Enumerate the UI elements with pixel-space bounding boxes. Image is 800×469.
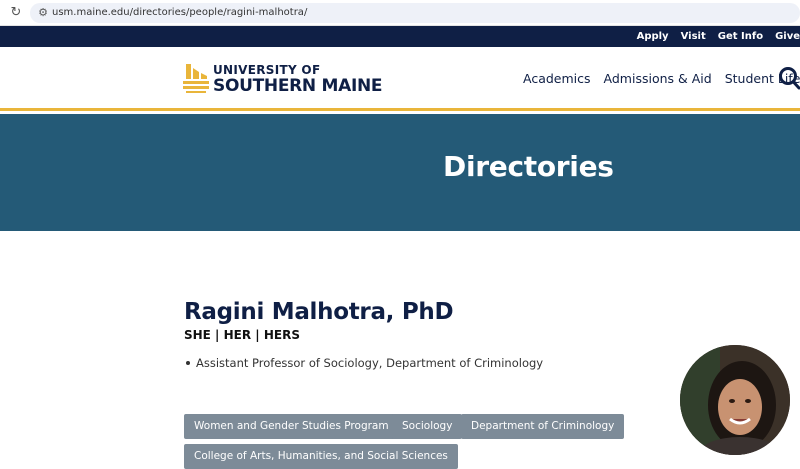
site-header: UNIVERSITY OF SOUTHERN MAINE Academics A… [0, 47, 800, 111]
tag-women-gender-studies[interactable]: Women and Gender Studies Program [184, 414, 399, 439]
utility-link-apply[interactable]: Apply [637, 31, 669, 42]
main-nav: Academics Admissions & Aid Student Life [523, 71, 800, 86]
nav-admissions-aid[interactable]: Admissions & Aid [604, 71, 712, 86]
profile-photo-image [680, 345, 790, 455]
tag-college-arts-humanities[interactable]: College of Arts, Humanities, and Social … [184, 444, 458, 469]
search-icon [779, 67, 800, 90]
logo-line-1: UNIVERSITY OF [213, 63, 321, 77]
hero-banner: Directories [0, 114, 800, 231]
search-button[interactable] [778, 66, 800, 90]
profile-title-item: Assistant Professor of Sociology, Depart… [186, 356, 543, 370]
logo-lighthouse-icon [183, 64, 209, 93]
profile-title-text: Assistant Professor of Sociology, Depart… [196, 356, 544, 370]
site-info-icon[interactable]: ⚙ [36, 6, 50, 20]
profile-titles: Assistant Professor of Sociology, Depart… [186, 356, 543, 370]
profile-name: Ragini Malhotra, PhD [184, 299, 454, 325]
nav-academics[interactable]: Academics [523, 71, 591, 86]
utility-nav: Apply Visit Get Info Give [625, 26, 800, 47]
reload-icon[interactable]: ↻ [9, 5, 23, 19]
profile-pronouns: SHE | HER | HERS [184, 328, 300, 342]
utility-link-get-info[interactable]: Get Info [718, 31, 763, 42]
profile-photo [680, 345, 790, 455]
logo-line-2: SOUTHERN MAINE [213, 76, 383, 96]
url-text: usm.maine.edu/directories/people/ragini-… [52, 7, 308, 18]
bullet-icon [186, 360, 190, 365]
browser-address-bar: ↻ ⚙ usm.maine.edu/directories/people/rag… [0, 0, 800, 26]
site-logo[interactable]: UNIVERSITY OF SOUTHERN MAINE [183, 61, 383, 97]
utility-link-visit[interactable]: Visit [681, 31, 706, 42]
tag-sociology[interactable]: Sociology [392, 414, 463, 439]
url-field[interactable]: ⚙ usm.maine.edu/directories/people/ragin… [30, 3, 800, 23]
page-title: Directories [443, 150, 614, 183]
utility-bar: Apply Visit Get Info Give [0, 26, 800, 47]
utility-link-give[interactable]: Give [775, 31, 800, 42]
tag-department-criminology[interactable]: Department of Criminology [461, 414, 625, 439]
